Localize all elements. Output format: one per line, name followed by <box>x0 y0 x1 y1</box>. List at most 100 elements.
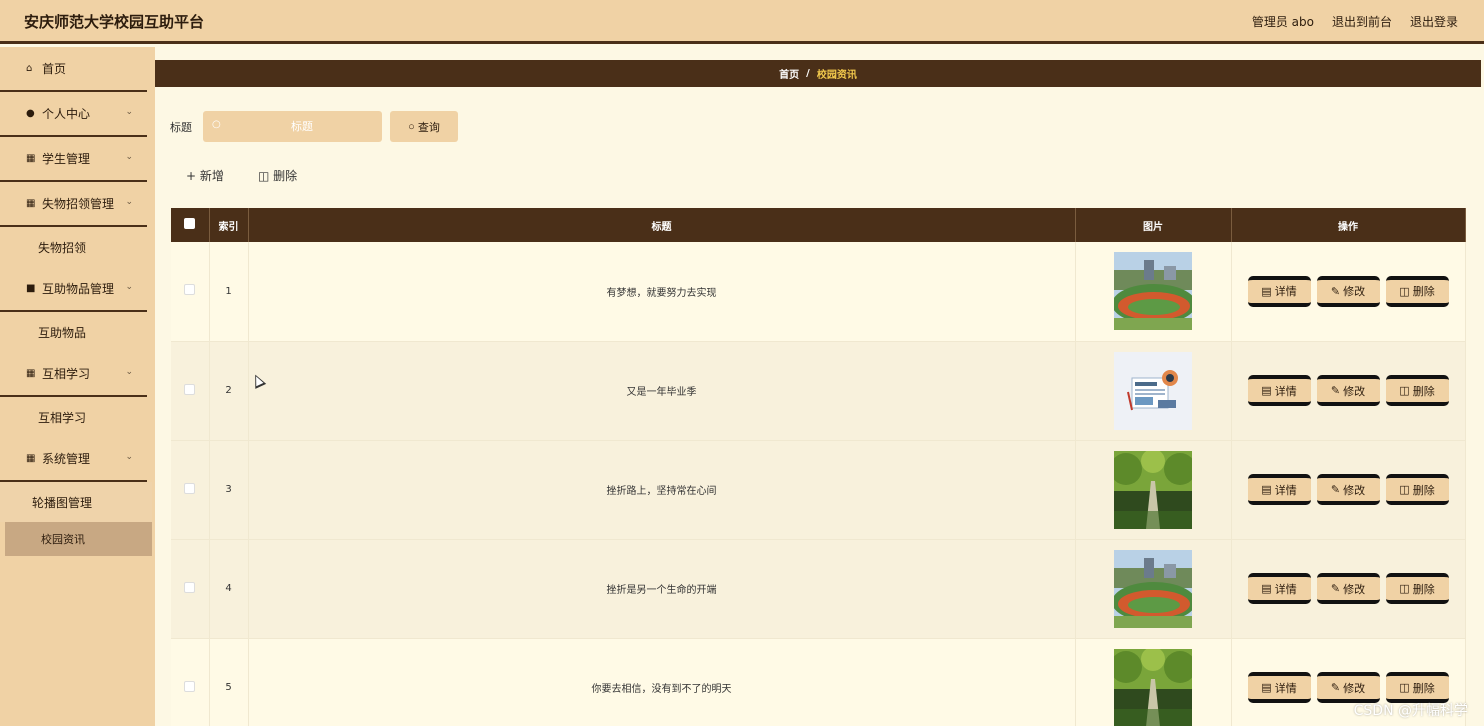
sidebar-subitem-mutual-items[interactable]: 互助物品 <box>0 312 155 352</box>
home-icon: ⌂ <box>26 63 33 74</box>
table-header-row: 索引 标题 图片 操作 <box>171 208 1466 242</box>
edit-button[interactable]: ✎ 修改 <box>1316 474 1380 505</box>
search-label: 标题 <box>170 121 192 134</box>
row-index: 1 <box>209 242 249 342</box>
logout-link[interactable]: 退出登录 <box>1410 13 1458 30</box>
chevron-down-icon: ⌄ <box>125 282 133 292</box>
row-title: 又是一年毕业季 <box>248 341 1076 441</box>
tree-road-image <box>1114 648 1192 726</box>
chevron-down-icon: ⌄ <box>125 152 133 162</box>
sidebar-item-system-management[interactable]: ▦ 系统管理 ⌄ <box>0 437 147 482</box>
sidebar-subitem-carousel-management[interactable]: 轮播图管理 <box>0 482 152 522</box>
detail-button[interactable]: ▤ 详情 <box>1247 375 1311 406</box>
query-button[interactable]: ○ 查询 <box>390 111 458 142</box>
sidebar-item-mutual-items-management[interactable]: ■ 互助物品管理 ⌄ <box>0 267 147 312</box>
sidebar-item-label: 学生管理 <box>42 152 91 166</box>
detail-button[interactable]: ▤ 详情 <box>1247 573 1311 604</box>
edit-button-label: 修改 <box>1343 384 1366 398</box>
delete-button[interactable]: ◫ 删除 <box>1385 275 1449 307</box>
row-checkbox[interactable] <box>184 482 196 494</box>
news-table: 索引 标题 图片 操作 1 有梦想，就要努力去实现 ▤ 详情 ✎ 修改 ◫ 删除 2 又是一年毕业… <box>171 208 1466 726</box>
grid-icon: ▦ <box>26 368 36 379</box>
row-actions: ▤ 详情 ✎ 修改 ◫ 删除 <box>1231 242 1466 342</box>
chevron-down-icon: ⌄ <box>125 197 133 207</box>
table-row: 4 挫折是另一个生命的开端 ▤ 详情 ✎ 修改 ◫ 删除 <box>171 539 1466 639</box>
header-index: 索引 <box>209 208 249 242</box>
batch-delete-button[interactable]: ◫ 删除 <box>258 167 297 184</box>
add-button[interactable]: + 新增 <box>186 167 224 184</box>
sidebar-item-mutual-learning[interactable]: ▦ 互相学习 ⌄ <box>0 352 147 397</box>
breadcrumb: 首页 / 校园资讯 <box>155 60 1481 87</box>
campus-track-image <box>1114 549 1192 628</box>
row-title: 挫折路上，坚持常在心间 <box>248 440 1076 540</box>
sidebar: ⌂ 首页 ● 个人中心 ⌄ ▦ 学生管理 ⌄ ▦ 失物招领管理 ⌄ 失物招领 ■… <box>0 47 155 726</box>
header-title: 标题 <box>248 208 1076 242</box>
row-index: 2 <box>209 341 249 441</box>
top-bar: 安庆师范大学校园互助平台 管理员 abo 退出到前台 退出登录 <box>0 0 1484 44</box>
detail-button[interactable]: ▤ 详情 <box>1247 474 1311 505</box>
select-all-checkbox[interactable] <box>184 218 196 229</box>
detail-button[interactable]: ▤ 详情 <box>1247 672 1311 703</box>
row-index: 4 <box>209 539 249 639</box>
trash-icon: ◫ <box>1399 582 1410 595</box>
trash-icon: ◫ <box>1399 384 1410 397</box>
detail-button-label: 详情 <box>1274 285 1297 299</box>
top-links: 管理员 abo 退出到前台 退出登录 <box>1252 13 1458 30</box>
chevron-down-icon: ⌄ <box>125 452 133 462</box>
sidebar-subitem-lost-found[interactable]: 失物招领 <box>0 227 155 267</box>
delete-button[interactable]: ◫ 删除 <box>1385 474 1449 505</box>
row-checkbox[interactable] <box>184 383 196 395</box>
delete-button[interactable]: ◫ 删除 <box>1385 672 1449 703</box>
document-icon: ▤ <box>1261 284 1272 298</box>
delete-button[interactable]: ◫ 删除 <box>1385 573 1449 604</box>
detail-button-label: 详情 <box>1274 582 1297 596</box>
sidebar-item-label: 系统管理 <box>42 452 91 466</box>
sidebar-item-home[interactable]: ⌂ 首页 <box>0 47 147 92</box>
edit-button[interactable]: ✎ 修改 <box>1316 375 1380 406</box>
sidebar-subitem-mutual-learning[interactable]: 互相学习 <box>0 397 155 437</box>
edit-button[interactable]: ✎ 修改 <box>1316 275 1380 307</box>
delete-button-label: 删除 <box>1412 582 1435 596</box>
delete-button[interactable]: ◫ 删除 <box>1385 375 1449 406</box>
row-checkbox[interactable] <box>184 680 196 692</box>
admin-user-link[interactable]: 管理员 abo <box>1252 13 1314 30</box>
search-icon: ○ <box>408 120 415 133</box>
delete-button-label: 删除 <box>1412 483 1435 497</box>
sidebar-subitem-campus-news[interactable]: 校园资讯 <box>5 522 152 556</box>
row-index: 5 <box>209 638 249 726</box>
trash-icon: ◫ <box>1399 284 1410 298</box>
edit-button[interactable]: ✎ 修改 <box>1316 573 1380 604</box>
sidebar-item-personal-center[interactable]: ● 个人中心 ⌄ <box>0 92 147 137</box>
sidebar-item-student-management[interactable]: ▦ 学生管理 ⌄ <box>0 137 147 182</box>
sidebar-item-lost-found-management[interactable]: ▦ 失物招领管理 ⌄ <box>0 182 147 227</box>
search-icon: ○ <box>212 119 221 130</box>
row-checkbox[interactable] <box>184 284 196 296</box>
detail-button[interactable]: ▤ 详情 <box>1247 275 1311 307</box>
row-image-cell <box>1075 440 1232 540</box>
pencil-icon: ✎ <box>1330 681 1341 694</box>
batch-delete-label: 删除 <box>273 169 298 183</box>
chevron-down-icon: ⌄ <box>125 107 133 117</box>
document-icon: ▤ <box>1261 483 1272 496</box>
add-button-label: 新增 <box>199 169 224 183</box>
edit-button-label: 修改 <box>1343 483 1366 497</box>
document-icon: ▤ <box>1261 582 1272 595</box>
edit-button-label: 修改 <box>1343 285 1366 299</box>
row-image-cell <box>1075 341 1232 441</box>
row-checkbox[interactable] <box>184 581 196 593</box>
edit-button[interactable]: ✎ 修改 <box>1316 672 1380 703</box>
exit-to-frontend-link[interactable]: 退出到前台 <box>1332 13 1392 30</box>
row-select-cell <box>171 242 210 342</box>
row-actions: ▤ 详情 ✎ 修改 ◫ 删除 <box>1231 539 1466 639</box>
sidebar-item-label: 个人中心 <box>42 107 91 121</box>
table-row: 3 挫折路上，坚持常在心间 ▤ 详情 ✎ 修改 ◫ 删除 <box>171 440 1466 540</box>
document-icon: ▤ <box>1261 384 1272 397</box>
sidebar-item-label: 首页 <box>42 62 67 76</box>
breadcrumb-home[interactable]: 首页 <box>779 66 799 81</box>
search-input[interactable] <box>227 111 377 142</box>
row-image-cell <box>1075 638 1232 726</box>
table-row: 1 有梦想，就要努力去实现 ▤ 详情 ✎ 修改 ◫ 删除 <box>171 242 1466 342</box>
row-actions: ▤ 详情 ✎ 修改 ◫ 删除 <box>1231 341 1466 441</box>
row-title: 你要去相信，没有到不了的明天 <box>248 638 1076 726</box>
select-all-header <box>171 208 210 242</box>
